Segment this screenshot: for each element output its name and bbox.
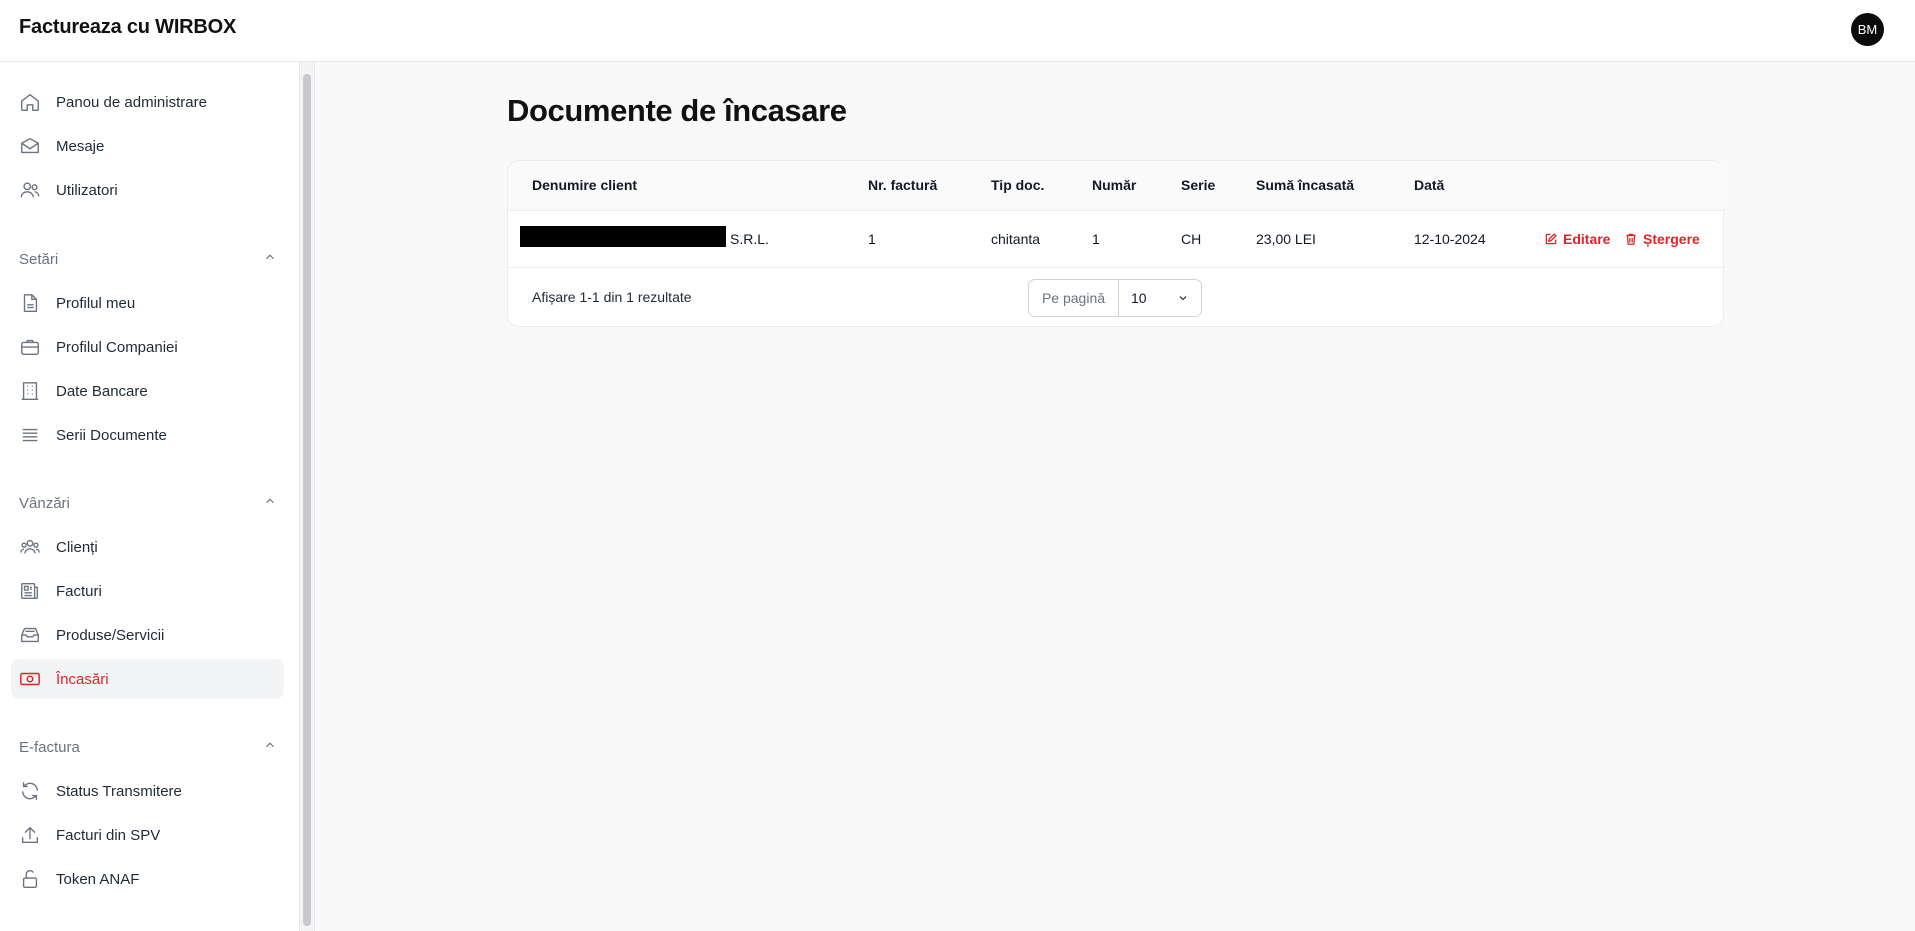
sidebar-item-label: Facturi <box>56 582 102 600</box>
cell-number: 1 <box>1092 231 1100 247</box>
table-header: Denumire client Nr. factură Tip doc. Num… <box>508 161 1725 211</box>
newspaper-icon <box>19 580 41 602</box>
mail-icon <box>19 135 41 157</box>
sidebar-item-label: Panou de administrare <box>56 93 207 111</box>
sidebar-item-profilul-companiei[interactable]: Profilul Companiei <box>11 327 284 367</box>
list-icon <box>19 424 41 446</box>
app-title[interactable]: Factureaza cu WIRBOX <box>19 16 236 39</box>
sidebar-item-token-anaf[interactable]: Token ANAF <box>11 859 284 899</box>
sidebar-item-date-bancare[interactable]: Date Bancare <box>11 371 284 411</box>
section-setari-toggle[interactable]: Setări <box>19 247 277 271</box>
edit-icon <box>1545 233 1557 245</box>
unlock-icon <box>19 868 41 890</box>
briefcase-icon <box>19 336 41 358</box>
redacted-client-name <box>520 226 726 247</box>
edit-button[interactable]: Editare <box>1544 231 1610 247</box>
sidebar-item-label: Produse/Servicii <box>56 626 165 644</box>
sidebar-item-label: Mesaje <box>56 137 105 155</box>
user-avatar[interactable]: BM <box>1851 13 1884 46</box>
sidebar-item-label: Încasări <box>56 670 109 688</box>
cell-series: CH <box>1181 231 1202 247</box>
column-header-client: Denumire client <box>532 177 638 193</box>
edit-label: Editare <box>1563 231 1611 247</box>
page-title: Documente de încasare <box>507 93 847 128</box>
sidebar-item-label: Serii Documente <box>56 426 167 444</box>
home-icon <box>19 91 41 113</box>
user-group-icon <box>19 536 41 558</box>
column-header-date: Dată <box>1414 177 1445 193</box>
per-page-control: Pe pagină 10 <box>1028 279 1202 317</box>
cell-date: 12-10-2024 <box>1414 231 1486 247</box>
delete-button[interactable]: Ștergere <box>1624 231 1700 247</box>
sidebar-item-profilul-meu[interactable]: Profilul meu <box>11 283 284 323</box>
section-efactura-toggle[interactable]: E-factura <box>19 735 277 759</box>
cell-amount: 23,00 LEI <box>1256 231 1316 247</box>
trash-icon <box>1626 233 1636 245</box>
sidebar-item-label: Status Transmitere <box>56 782 182 800</box>
sidebar-item-facturi[interactable]: Facturi <box>11 571 284 611</box>
column-header-doc-type: Tip doc. <box>991 177 1045 193</box>
upload-icon <box>19 824 41 846</box>
chevron-up-icon <box>263 250 277 269</box>
top-bar: Factureaza cu WIRBOX BM <box>0 0 1915 62</box>
sidebar-item-label: Profilul Companiei <box>56 338 178 356</box>
chevron-down-icon <box>1179 296 1187 301</box>
column-header-invoice-no: Nr. factură <box>868 177 938 193</box>
sidebar-item-label: Utilizatori <box>56 181 118 199</box>
per-page-select[interactable]: 10 <box>1119 280 1201 316</box>
sidebar-item-label: Profilul meu <box>56 294 136 312</box>
per-page-value: 10 <box>1131 290 1147 306</box>
sidebar-item-label: Token ANAF <box>56 870 140 888</box>
sidebar-item-facturi-din-spv[interactable]: Facturi din SPV <box>11 815 284 855</box>
sidebar-item-produse-servicii[interactable]: Produse/Servicii <box>11 615 284 655</box>
sidebar-item-label: Facturi din SPV <box>56 826 161 844</box>
banknotes-icon <box>19 668 41 690</box>
per-page-label: Pe pagină <box>1029 280 1119 316</box>
sidebar-item-clienti[interactable]: Clienți <box>11 527 284 567</box>
receipts-table-card: Denumire client Nr. factură Tip doc. Num… <box>507 160 1725 327</box>
section-vanzari-toggle[interactable]: Vânzări <box>19 491 277 515</box>
section-title: E-factura <box>19 738 80 756</box>
document-icon <box>19 292 41 314</box>
sidebar-item-serii-documente[interactable]: Serii Documente <box>11 415 284 455</box>
section-title: Vânzări <box>19 494 70 512</box>
sidebar-item-status-transmitere[interactable]: Status Transmitere <box>11 771 284 811</box>
column-header-series: Serie <box>1181 177 1216 193</box>
sidebar-item-incasari[interactable]: Încasări <box>11 659 284 699</box>
refresh-icon <box>19 780 41 802</box>
sidebar-item-mesaje[interactable]: Mesaje <box>11 126 284 166</box>
sidebar-item-label: Date Bancare <box>56 382 148 400</box>
column-header-number: Număr <box>1092 177 1137 193</box>
delete-label: Ștergere <box>1643 231 1700 247</box>
building-icon <box>19 380 41 402</box>
table-row: S.R.L. 1 chitanta 1 CH 23,00 LEI 12-10-2… <box>508 211 1725 268</box>
chevron-up-icon <box>263 738 277 757</box>
client-name-suffix: S.R.L. <box>730 231 769 247</box>
users-icon <box>19 179 41 201</box>
results-summary: Afișare 1-1 din 1 rezultate <box>532 289 692 305</box>
chevron-up-icon <box>263 494 277 513</box>
column-header-amount: Sumă încasată <box>1256 177 1355 193</box>
archive-box-icon <box>19 624 41 646</box>
sidebar-item-utilizatori[interactable]: Utilizatori <box>11 170 284 210</box>
cell-invoice-no: 1 <box>868 231 876 247</box>
sidebar-scrollbar-thumb[interactable] <box>303 74 311 926</box>
sidebar-item-label: Clienți <box>56 538 98 556</box>
sidebar-item-panou-de-administrare[interactable]: Panou de administrare <box>11 82 284 122</box>
section-title: Setări <box>19 250 59 268</box>
cell-doc-type: chitanta <box>991 231 1041 247</box>
